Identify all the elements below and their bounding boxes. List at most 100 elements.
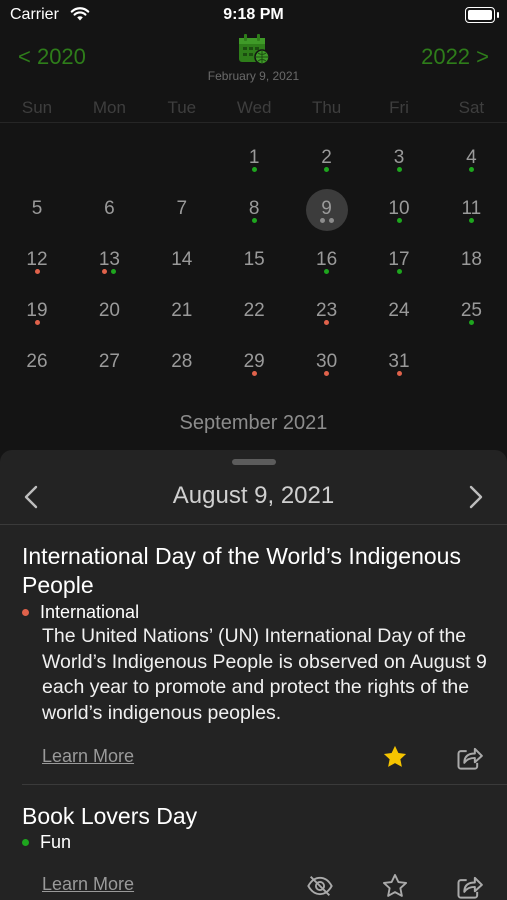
calendar-header: < 2020 2022 > February 9, 2021: [0, 30, 507, 90]
status-time: 9:18 PM: [223, 6, 284, 23]
calendar-day[interactable]: 19: [1, 293, 73, 341]
calendar-day[interactable]: 27: [73, 344, 145, 392]
event-dots: [363, 218, 435, 224]
weekday-label: Thu: [311, 98, 342, 117]
sheet-grabber[interactable]: [232, 459, 276, 465]
event-dots: [291, 218, 363, 224]
calendar-day[interactable]: 7: [146, 191, 218, 239]
event-dots: [363, 269, 435, 275]
calendar-day[interactable]: 10: [363, 191, 435, 239]
event-category-label: International: [40, 602, 140, 622]
event-dot: [396, 269, 402, 274]
event-dot: [102, 269, 108, 274]
event-dots: [291, 167, 363, 173]
weekday-label: Mon: [92, 98, 126, 117]
calendar-day[interactable]: 29: [218, 344, 290, 392]
star-filled-icon[interactable]: [381, 743, 409, 771]
calendar-day[interactable]: 3: [363, 140, 435, 188]
calendar-day[interactable]: 8: [218, 191, 290, 239]
event-category: Fun: [22, 832, 71, 853]
calendar-grid: 1 2 3 4 5 6 7 8 9 10 11 12 13 14 15 16 17 18 19 20 21 22 23 24 2…: [0, 140, 507, 390]
calendar-day[interactable]: 2: [291, 140, 363, 188]
event-dot: [468, 320, 474, 325]
hide-icon[interactable]: [306, 872, 334, 900]
weekday-label: Fri: [389, 98, 409, 117]
calendar-day[interactable]: 17: [363, 242, 435, 290]
calendar-globe-icon[interactable]: [237, 32, 271, 66]
calendar-day[interactable]: 14: [146, 242, 218, 290]
weekday-label: Tue: [167, 98, 197, 117]
calendar-day[interactable]: 25: [435, 293, 507, 341]
event-dot: [324, 167, 330, 172]
calendar-day[interactable]: 26: [1, 344, 73, 392]
event-category-label: Fun: [40, 832, 72, 852]
event-dot: [251, 218, 257, 223]
star-outline-icon[interactable]: [381, 872, 409, 900]
event-dots: [363, 320, 435, 326]
sheet-date-nav: August 9, 2021: [0, 472, 507, 525]
event-dot: [111, 269, 117, 274]
calendar-day[interactable]: 30: [291, 344, 363, 392]
event-dots: [435, 269, 507, 275]
share-icon[interactable]: [455, 872, 483, 900]
event-dot: [251, 371, 257, 376]
category-dot: [22, 609, 29, 616]
event-dots: [291, 269, 363, 275]
event-dot: [468, 167, 474, 172]
event-dots: [1, 320, 73, 326]
event-separator: [22, 784, 507, 785]
event-sheet: August 9, 2021 International Day of the …: [0, 450, 507, 900]
weekday-label: Sat: [458, 98, 485, 117]
event-dots: [218, 269, 290, 275]
weekday-row: Sun Mon Tue Wed Thu Fri Sat: [0, 98, 507, 123]
calendar-day[interactable]: 21: [146, 293, 218, 341]
calendar-day[interactable]: 18: [435, 242, 507, 290]
header-date: February 9, 2021: [207, 69, 300, 83]
calendar-day[interactable]: 28: [146, 344, 218, 392]
event-dots: [146, 320, 218, 326]
calendar-day[interactable]: 22: [218, 293, 290, 341]
event-dots: [363, 371, 435, 377]
calendar-day[interactable]: 9: [291, 189, 363, 239]
event-dots: [146, 218, 218, 224]
event-dot: [468, 218, 474, 223]
calendar-day[interactable]: 1: [218, 140, 290, 188]
event-dots: [218, 218, 290, 224]
calendar-day[interactable]: 15: [218, 242, 290, 290]
calendar-day[interactable]: 20: [73, 293, 145, 341]
calendar-day[interactable]: 11: [435, 191, 507, 239]
weekday-label: Wed: [236, 98, 272, 117]
event-dots: [435, 218, 507, 224]
calendar-day[interactable]: 5: [1, 191, 73, 239]
chevron-right-icon[interactable]: [467, 484, 485, 510]
next-year-button[interactable]: 2022 >: [421, 44, 489, 70]
event-dots: [218, 371, 290, 377]
event-dots: [1, 371, 73, 377]
calendar-day[interactable]: 4: [435, 140, 507, 188]
event-dots: [73, 218, 145, 224]
event-dots: [218, 167, 290, 173]
month-label[interactable]: September 2021: [0, 412, 507, 435]
calendar-day[interactable]: 13: [73, 242, 145, 290]
event-dot: [328, 218, 334, 223]
calendar-day[interactable]: 6: [73, 191, 145, 239]
calendar-day[interactable]: 16: [291, 242, 363, 290]
event-dot: [396, 371, 402, 376]
event-dots: [435, 167, 507, 173]
event-dot: [319, 218, 325, 223]
event-dots: [146, 371, 218, 377]
event-dot: [324, 371, 330, 376]
calendar-day[interactable]: 24: [363, 293, 435, 341]
category-dot: [22, 839, 29, 846]
share-icon[interactable]: [455, 743, 483, 771]
learn-more-link[interactable]: Learn More: [42, 746, 134, 767]
calendar-day[interactable]: 23: [291, 293, 363, 341]
learn-more-link[interactable]: Learn More: [42, 874, 134, 895]
calendar-day[interactable]: 12: [1, 242, 73, 290]
event-dots: [73, 269, 145, 275]
calendar-day[interactable]: 31: [363, 344, 435, 392]
event-dot: [324, 320, 330, 325]
prev-year-button[interactable]: < 2020: [18, 44, 86, 70]
event-dot: [251, 167, 257, 172]
event-dot: [396, 167, 402, 172]
